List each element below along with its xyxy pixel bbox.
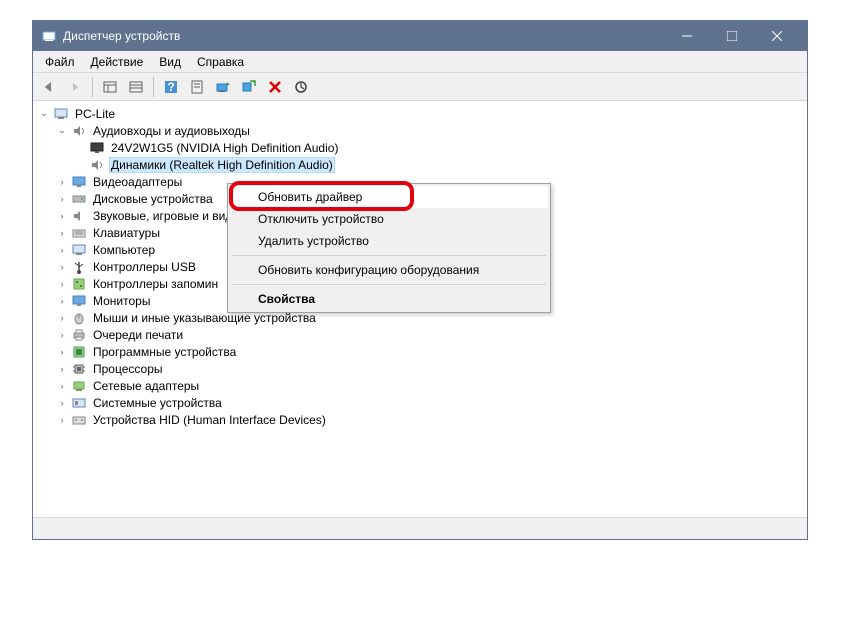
toolbar-separator [153, 77, 154, 97]
app-icon [41, 28, 57, 44]
tree-audio[interactable]: ⌄ Аудиовходы и аудиовыходы [55, 122, 807, 139]
tree-hid[interactable]: › Устройства HID (Human Interface Devices… [55, 411, 807, 428]
cpu-icon [71, 361, 87, 377]
tree-label: Аудиовходы и аудиовыходы [91, 124, 252, 138]
tree-net[interactable]: › Сетевые адаптеры [55, 377, 807, 394]
help-icon[interactable]: ? [159, 75, 183, 99]
expand-icon[interactable]: › [55, 413, 69, 427]
menubar: Файл Действие Вид Справка [33, 51, 807, 73]
tree-label: Контроллеры запомин [91, 277, 220, 291]
context-menu: Обновить драйвер Отключить устройство Уд… [227, 183, 551, 313]
software-icon [71, 344, 87, 360]
tree-root[interactable]: ⌄ PC-Lite [37, 105, 807, 122]
tree-software[interactable]: › Программные устройства [55, 343, 807, 360]
computer-icon [53, 106, 69, 122]
toolbar: ? [33, 73, 807, 101]
expand-icon[interactable]: › [55, 311, 69, 325]
show-hide-tree-icon[interactable] [98, 75, 122, 99]
tree-cpu[interactable]: › Процессоры [55, 360, 807, 377]
monitor-icon [89, 140, 105, 156]
menu-disable-device[interactable]: Отключить устройство [230, 208, 548, 230]
menu-action[interactable]: Действие [83, 53, 152, 71]
disable-icon[interactable] [289, 75, 313, 99]
forward-button[interactable] [63, 75, 87, 99]
mouse-icon [71, 310, 87, 326]
sound-icon [71, 208, 87, 224]
expand-icon[interactable]: › [55, 328, 69, 342]
menu-uninstall-device[interactable]: Удалить устройство [230, 230, 548, 252]
window-title: Диспетчер устройств [63, 29, 664, 43]
tree-label: Контроллеры USB [91, 260, 198, 274]
back-button[interactable] [37, 75, 61, 99]
audio-icon [71, 123, 87, 139]
menu-file[interactable]: Файл [37, 53, 83, 71]
tree-system[interactable]: › Системные устройства [55, 394, 807, 411]
usb-icon [71, 259, 87, 275]
tree-label: PC-Lite [73, 107, 117, 121]
network-icon [71, 378, 87, 394]
expand-icon[interactable]: › [55, 345, 69, 359]
menu-properties[interactable]: Свойства [230, 288, 548, 310]
collapse-icon[interactable]: ⌄ [37, 107, 51, 121]
tree-label: Системные устройства [91, 396, 224, 410]
computer-icon [71, 242, 87, 258]
tree-label: Мониторы [91, 294, 152, 308]
tree-label: Динамики (Realtek High Definition Audio) [109, 157, 335, 173]
tree-label: Видеоадаптеры [91, 175, 184, 189]
scan-hardware-icon[interactable] [237, 75, 261, 99]
expand-icon[interactable]: › [55, 362, 69, 376]
spacer [73, 158, 87, 172]
keyboard-icon [71, 225, 87, 241]
storage-icon [71, 276, 87, 292]
expand-icon[interactable]: › [55, 175, 69, 189]
hid-icon [71, 412, 87, 428]
expand-icon[interactable]: › [55, 379, 69, 393]
tree-label: Сетевые адаптеры [91, 379, 201, 393]
expand-icon[interactable]: › [55, 277, 69, 291]
menu-view[interactable]: Вид [151, 53, 189, 71]
svg-text:?: ? [167, 80, 174, 94]
disk-icon [71, 191, 87, 207]
speaker-icon [89, 157, 105, 173]
expand-icon[interactable]: › [55, 209, 69, 223]
titlebar: Диспетчер устройств [33, 21, 807, 51]
menu-separator [232, 255, 546, 256]
display-icon [71, 174, 87, 190]
printer-icon [71, 327, 87, 343]
properties-icon[interactable] [185, 75, 209, 99]
system-icon [71, 395, 87, 411]
statusbar [33, 517, 807, 539]
tree-audio-child-selected[interactable]: Динамики (Realtek High Definition Audio) [73, 156, 807, 173]
expand-icon[interactable]: › [55, 226, 69, 240]
tree-label: Дисковые устройства [91, 192, 215, 206]
tree-label: Процессоры [91, 362, 165, 376]
collapse-icon[interactable]: ⌄ [55, 124, 69, 138]
expand-icon[interactable]: › [55, 260, 69, 274]
menu-separator [232, 284, 546, 285]
update-driver-icon[interactable] [211, 75, 235, 99]
expand-icon[interactable]: › [55, 243, 69, 257]
tree-label: Компьютер [91, 243, 157, 257]
details-view-icon[interactable] [124, 75, 148, 99]
expand-icon[interactable]: › [55, 294, 69, 308]
menu-help[interactable]: Справка [189, 53, 252, 71]
maximize-button[interactable] [709, 21, 754, 51]
menu-update-driver[interactable]: Обновить драйвер [230, 186, 548, 208]
tree-label: Устройства HID (Human Interface Devices) [91, 413, 328, 427]
tree-label: Программные устройства [91, 345, 238, 359]
uninstall-icon[interactable] [263, 75, 287, 99]
tree-label: 24V2W1G5 (NVIDIA High Definition Audio) [109, 141, 340, 155]
expand-icon[interactable]: › [55, 192, 69, 206]
menu-scan-hardware[interactable]: Обновить конфигурацию оборудования [230, 259, 548, 281]
minimize-button[interactable] [664, 21, 709, 51]
tree-audio-child[interactable]: 24V2W1G5 (NVIDIA High Definition Audio) [73, 139, 807, 156]
expand-icon[interactable]: › [55, 396, 69, 410]
tree-label: Очереди печати [91, 328, 185, 342]
monitor-icon [71, 293, 87, 309]
spacer [73, 141, 87, 155]
tree-printq[interactable]: › Очереди печати [55, 326, 807, 343]
tree-label: Клавиатуры [91, 226, 162, 240]
close-button[interactable] [754, 21, 799, 51]
toolbar-separator [92, 77, 93, 97]
